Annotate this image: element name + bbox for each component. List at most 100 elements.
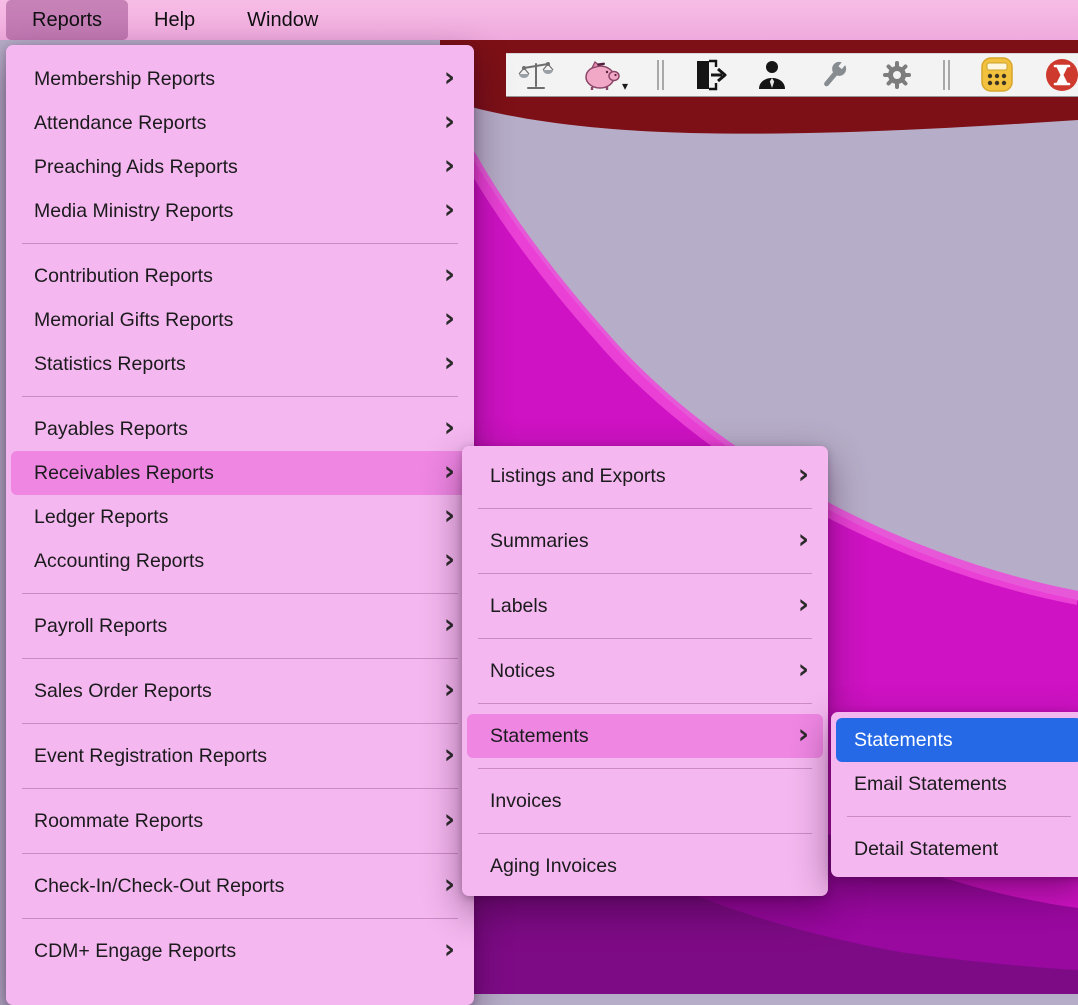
- menu-item-label: Email Statements: [854, 773, 1068, 796]
- submenu-chevron-icon: ›: [798, 591, 809, 618]
- menu-item-payroll-reports[interactable]: Payroll Reports›: [11, 604, 469, 648]
- window-title-strip: [440, 40, 1078, 53]
- menu-item-summaries[interactable]: Summaries›: [467, 519, 823, 563]
- menu-separator: [22, 918, 458, 919]
- menu-separator: [22, 723, 458, 724]
- menu-item-label: Notices: [490, 660, 798, 683]
- menu-separator: [22, 658, 458, 659]
- submenu-chevron-icon: ›: [444, 458, 455, 485]
- submenu-chevron-icon: ›: [444, 152, 455, 179]
- menu-item-payables-reports[interactable]: Payables Reports›: [11, 407, 469, 451]
- menu-item-email-statements[interactable]: Email Statements: [836, 762, 1078, 806]
- menu-item-statements[interactable]: Statements: [836, 718, 1078, 762]
- menu-item-invoices[interactable]: Invoices: [467, 779, 823, 823]
- gear-icon[interactable]: [880, 58, 914, 92]
- menu-item-label: Statements: [854, 729, 1068, 752]
- menu-bar: ReportsHelpWindow: [0, 0, 1078, 40]
- menu-item-ledger-reports[interactable]: Ledger Reports›: [11, 495, 469, 539]
- menubar-item-window[interactable]: Window: [221, 0, 344, 40]
- wrench-icon[interactable]: [817, 58, 851, 92]
- menu-separator: [478, 703, 812, 704]
- menu-item-label: Listings and Exports: [490, 465, 798, 488]
- menu-item-label: Memorial Gifts Reports: [34, 309, 444, 332]
- dropdown-arrow-icon: ▾: [622, 81, 628, 91]
- menubar-item-help[interactable]: Help: [128, 0, 221, 40]
- submenu-chevron-icon: ›: [444, 806, 455, 833]
- menu-item-label: Event Registration Reports: [34, 745, 444, 768]
- submenu-chevron-icon: ›: [444, 936, 455, 963]
- menu-item-listings-and-exports[interactable]: Listings and Exports›: [467, 454, 823, 498]
- menu-item-label: Contribution Reports: [34, 265, 444, 288]
- menu-item-label: Check-In/Check-Out Reports: [34, 875, 444, 898]
- menu-item-check-in-check-out-reports[interactable]: Check-In/Check-Out Reports›: [11, 864, 469, 908]
- menu-item-membership-reports[interactable]: Membership Reports›: [11, 57, 469, 101]
- menu-item-label: Roommate Reports: [34, 810, 444, 833]
- person-icon[interactable]: [756, 59, 788, 91]
- menu-item-label: Receivables Reports: [34, 462, 444, 485]
- piggy-bank-icon[interactable]: ▾: [583, 59, 628, 91]
- menu-item-label: Statements: [490, 725, 798, 748]
- submenu-chevron-icon: ›: [798, 526, 809, 553]
- menu-separator: [478, 573, 812, 574]
- menu-item-label: Invoices: [490, 790, 809, 813]
- menu-separator: [478, 768, 812, 769]
- statements-submenu: Statements Email Statements Detail Stateme…: [831, 712, 1078, 877]
- hourglass-icon[interactable]: [1044, 57, 1078, 93]
- menu-item-sales-order-reports[interactable]: Sales Order Reports›: [11, 669, 469, 713]
- submenu-chevron-icon: ›: [444, 414, 455, 441]
- menu-item-aging-invoices[interactable]: Aging Invoices: [467, 844, 823, 888]
- toolbar-separator: [657, 60, 664, 90]
- submenu-chevron-icon: ›: [444, 108, 455, 135]
- balance-scale-icon[interactable]: [518, 58, 554, 92]
- menu-item-label: Attendance Reports: [34, 112, 444, 135]
- menu-item-memorial-gifts-reports[interactable]: Memorial Gifts Reports›: [11, 298, 469, 342]
- submenu-chevron-icon: ›: [798, 721, 809, 748]
- menu-item-statistics-reports[interactable]: Statistics Reports›: [11, 342, 469, 386]
- menu-item-label: Membership Reports: [34, 68, 444, 91]
- submenu-chevron-icon: ›: [444, 349, 455, 376]
- menu-item-cdm-engage-reports[interactable]: CDM+ Engage Reports›: [11, 929, 469, 973]
- menu-item-detail-statement[interactable]: Detail Statement: [836, 827, 1078, 871]
- menu-item-label: Aging Invoices: [490, 855, 809, 878]
- menu-item-label: Labels: [490, 595, 798, 618]
- menu-item-receivables-reports[interactable]: Receivables Reports›: [11, 451, 469, 495]
- menu-item-contribution-reports[interactable]: Contribution Reports›: [11, 254, 469, 298]
- menu-item-labels[interactable]: Labels›: [467, 584, 823, 628]
- menu-item-roommate-reports[interactable]: Roommate Reports›: [11, 799, 469, 843]
- menu-separator: [22, 593, 458, 594]
- menu-item-label: Sales Order Reports: [34, 680, 444, 703]
- submenu-chevron-icon: ›: [798, 461, 809, 488]
- menu-item-attendance-reports[interactable]: Attendance Reports›: [11, 101, 469, 145]
- menu-item-label: Summaries: [490, 530, 798, 553]
- menu-item-media-ministry-reports[interactable]: Media Ministry Reports›: [11, 189, 469, 233]
- menu-item-label: Detail Statement: [854, 838, 1068, 861]
- menu-item-label: Payables Reports: [34, 418, 444, 441]
- menu-item-label: Media Ministry Reports: [34, 200, 444, 223]
- menu-item-event-registration-reports[interactable]: Event Registration Reports›: [11, 734, 469, 778]
- menu-item-notices[interactable]: Notices›: [467, 649, 823, 693]
- toolbar-separator: [943, 60, 950, 90]
- menu-item-accounting-reports[interactable]: Accounting Reports›: [11, 539, 469, 583]
- menu-separator: [22, 788, 458, 789]
- submenu-chevron-icon: ›: [444, 741, 455, 768]
- menu-item-preaching-aids-reports[interactable]: Preaching Aids Reports›: [11, 145, 469, 189]
- menu-item-label: Payroll Reports: [34, 615, 444, 638]
- submenu-chevron-icon: ›: [444, 871, 455, 898]
- submenu-chevron-icon: ›: [444, 64, 455, 91]
- calculator-icon[interactable]: [979, 57, 1015, 93]
- menu-item-statements[interactable]: Statements›: [467, 714, 823, 758]
- submenu-chevron-icon: ›: [444, 546, 455, 573]
- exit-door-icon[interactable]: [693, 59, 727, 91]
- menu-item-label: CDM+ Engage Reports: [34, 940, 444, 963]
- submenu-chevron-icon: ›: [444, 676, 455, 703]
- menu-item-label: Preaching Aids Reports: [34, 156, 444, 179]
- menu-separator: [478, 638, 812, 639]
- submenu-chevron-icon: ›: [798, 656, 809, 683]
- submenu-chevron-icon: ›: [444, 502, 455, 529]
- menu-item-label: Accounting Reports: [34, 550, 444, 573]
- menubar-item-reports[interactable]: Reports: [6, 0, 128, 40]
- reports-menu: Membership Reports›Attendance Reports›Pr…: [6, 45, 474, 1005]
- menu-separator: [847, 816, 1071, 817]
- menu-separator: [478, 508, 812, 509]
- toolbar: ▾: [506, 53, 1078, 97]
